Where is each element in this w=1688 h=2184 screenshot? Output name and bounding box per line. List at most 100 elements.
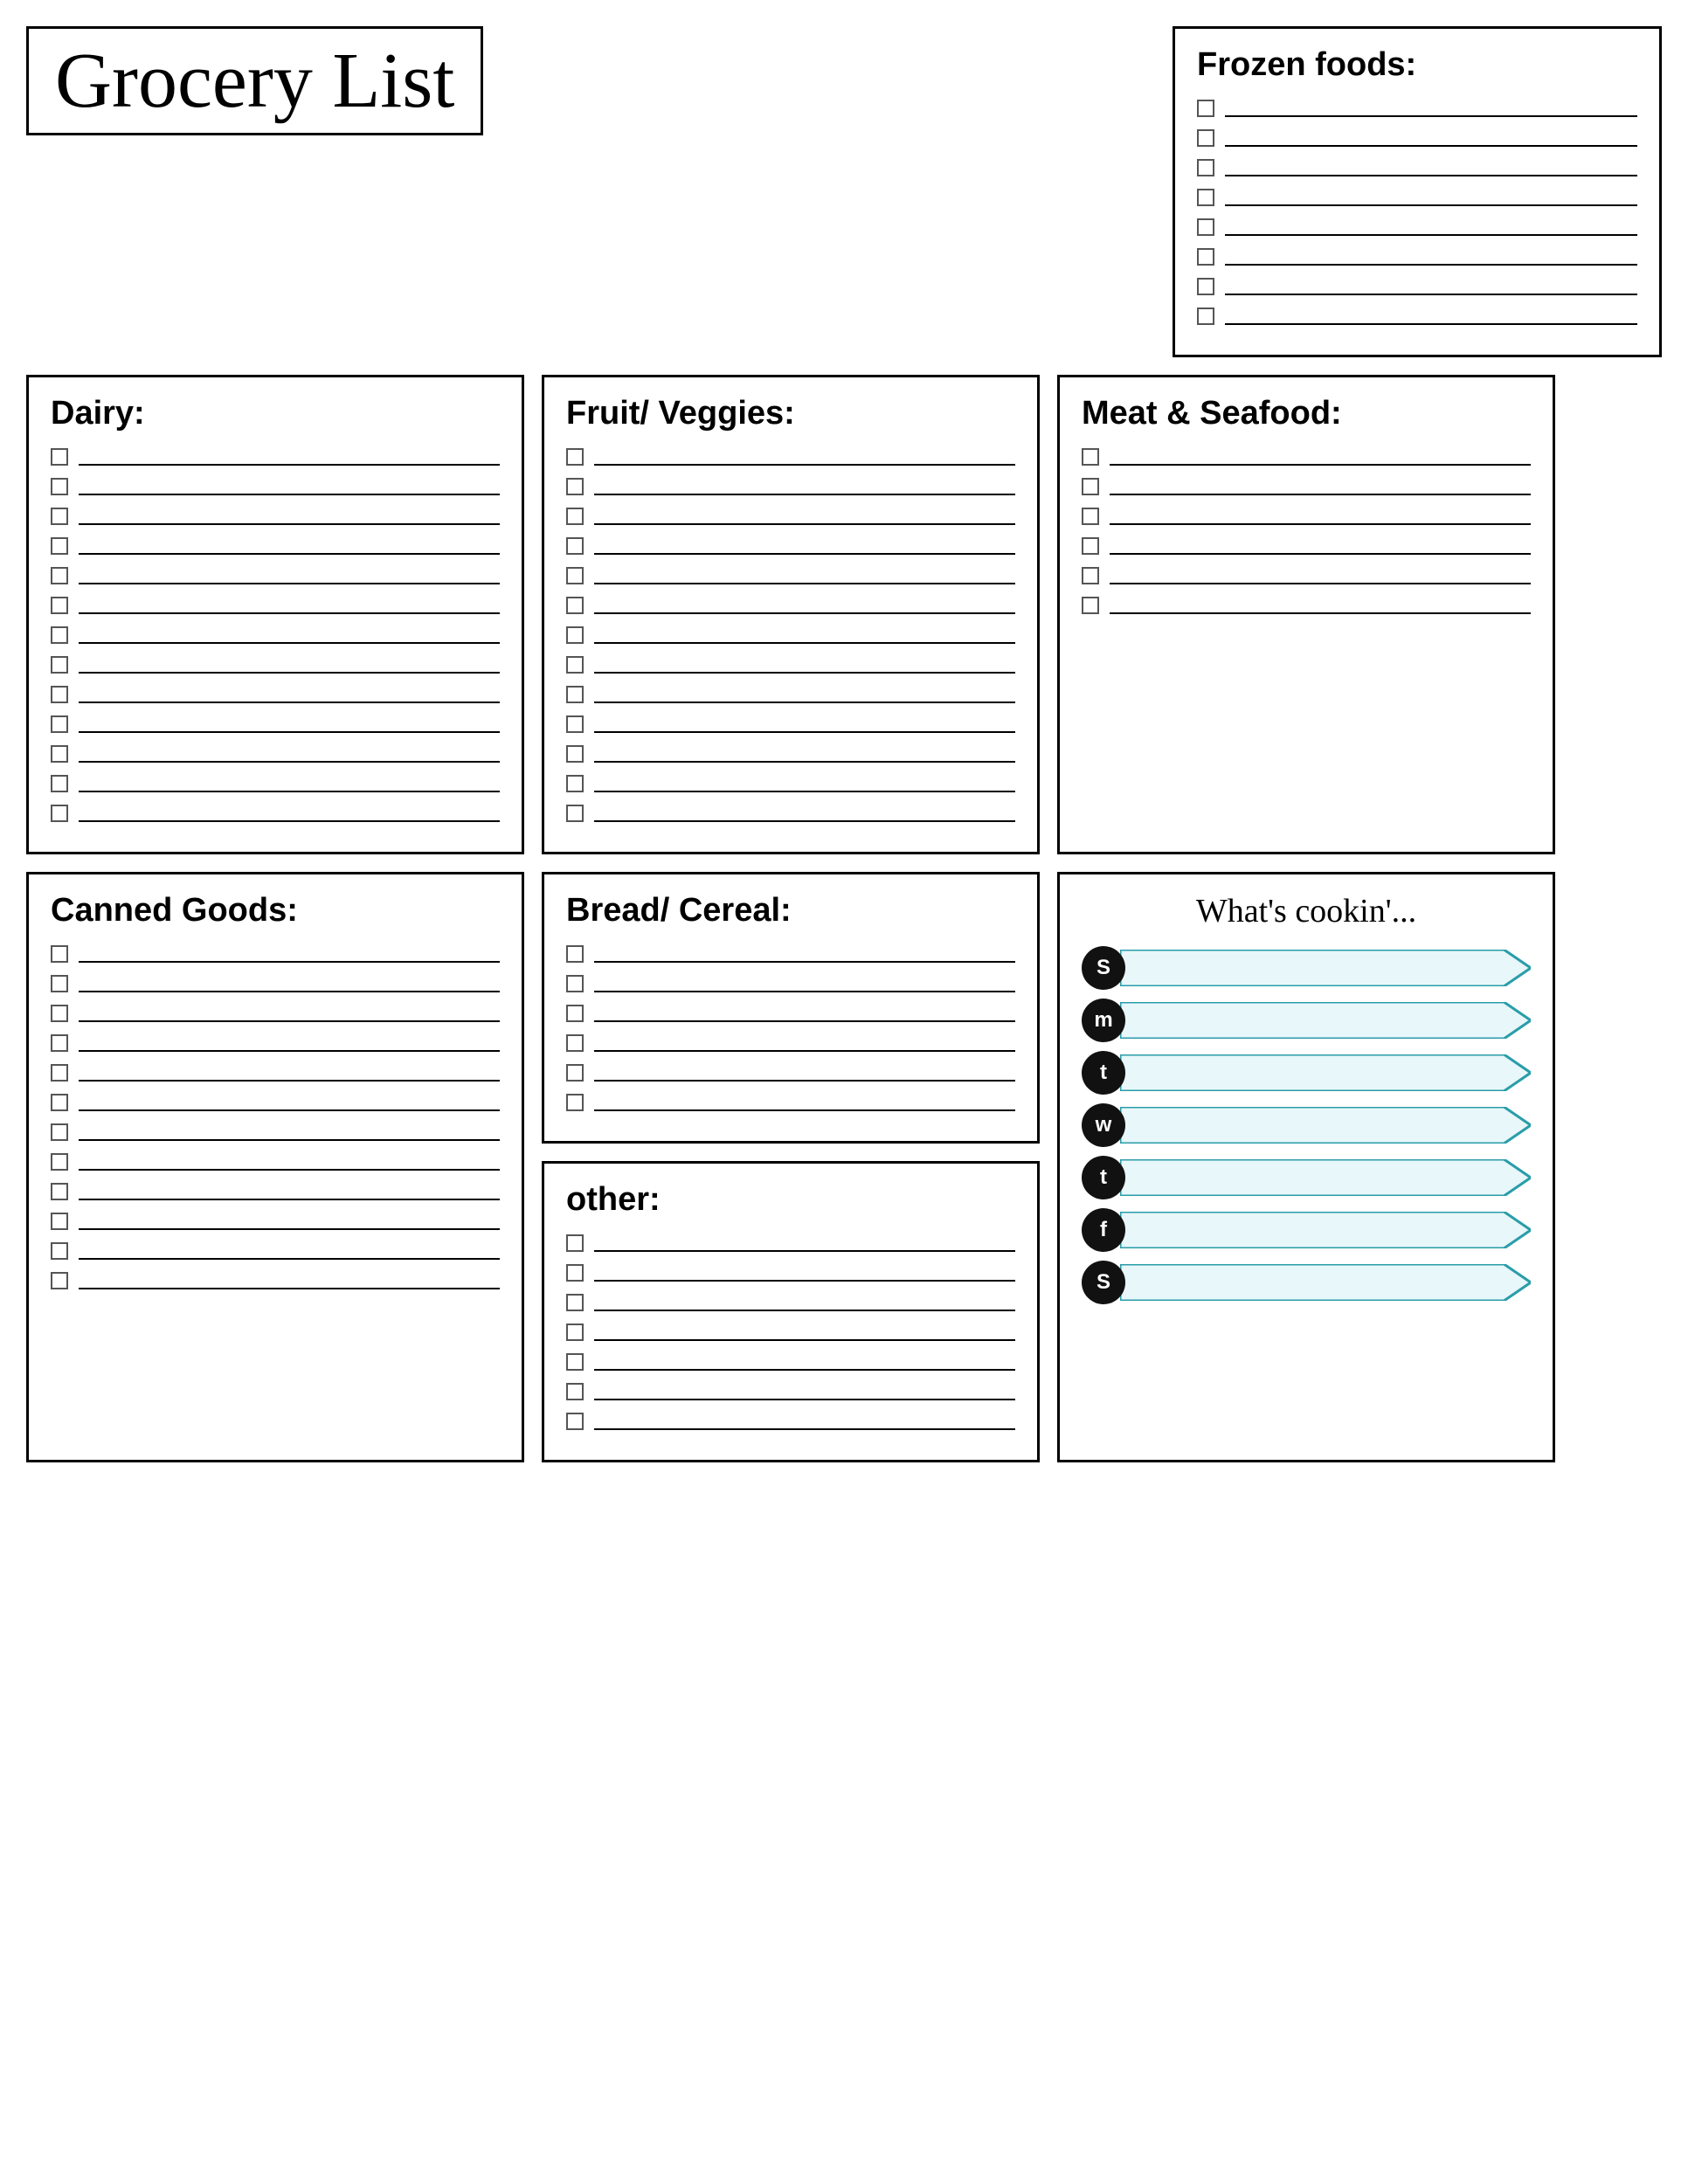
bread-cereal-list bbox=[566, 945, 1015, 1111]
frozen-foods-section: Frozen foods: bbox=[1173, 26, 1662, 357]
list-item bbox=[1082, 537, 1531, 555]
list-item bbox=[51, 508, 500, 525]
checkbox[interactable] bbox=[1197, 248, 1214, 266]
day-circle-w: w bbox=[1082, 1103, 1125, 1147]
list-item bbox=[566, 597, 1015, 614]
bread-cereal-title: Bread/ Cereal: bbox=[566, 892, 1015, 930]
frozen-foods-list bbox=[1197, 100, 1637, 325]
list-item bbox=[51, 805, 500, 822]
fruit-veggies-section: Fruit/ Veggies: bbox=[542, 375, 1040, 854]
list-item bbox=[566, 448, 1015, 466]
list-item bbox=[566, 626, 1015, 644]
day-circle-t1: t bbox=[1082, 1051, 1125, 1095]
fruit-veggies-list bbox=[566, 448, 1015, 822]
list-item bbox=[566, 1294, 1015, 1311]
list-item bbox=[51, 1242, 500, 1260]
canned-goods-section: Canned Goods: bbox=[26, 872, 524, 1462]
day-circle-f: f bbox=[1082, 1208, 1125, 1252]
list-item bbox=[566, 1324, 1015, 1341]
day-banner-f bbox=[1120, 1212, 1531, 1248]
list-item bbox=[566, 745, 1015, 763]
checkbox[interactable] bbox=[1197, 308, 1214, 325]
list-item bbox=[566, 1264, 1015, 1282]
day-entry-sat: S bbox=[1082, 1261, 1531, 1304]
list-item bbox=[51, 975, 500, 992]
list-item bbox=[566, 1413, 1015, 1430]
list-item bbox=[566, 478, 1015, 495]
meat-seafood-list bbox=[1082, 448, 1531, 614]
list-item bbox=[1082, 567, 1531, 584]
list-item bbox=[51, 1064, 500, 1082]
frozen-foods-title: Frozen foods: bbox=[1197, 46, 1637, 84]
list-item bbox=[1197, 129, 1637, 147]
list-item bbox=[566, 686, 1015, 703]
canned-goods-list bbox=[51, 945, 500, 1289]
day-circle-t2: t bbox=[1082, 1156, 1125, 1199]
checkbox[interactable] bbox=[1197, 129, 1214, 147]
day-circle-m: m bbox=[1082, 999, 1125, 1042]
list-item bbox=[51, 597, 500, 614]
whats-cookin-title: What's cookin'... bbox=[1082, 892, 1531, 930]
day-entry-thu: t bbox=[1082, 1156, 1531, 1199]
list-item bbox=[51, 478, 500, 495]
list-item bbox=[51, 945, 500, 963]
checkbox[interactable] bbox=[1197, 218, 1214, 236]
list-item bbox=[1082, 448, 1531, 466]
list-item bbox=[51, 1272, 500, 1289]
other-list bbox=[566, 1234, 1015, 1430]
list-item bbox=[566, 805, 1015, 822]
list-item bbox=[566, 945, 1015, 963]
list-item bbox=[566, 1005, 1015, 1022]
line bbox=[1225, 159, 1637, 176]
day-banner-s2 bbox=[1120, 1264, 1531, 1301]
other-section: other: bbox=[542, 1161, 1040, 1462]
list-item bbox=[1197, 189, 1637, 206]
line bbox=[1225, 129, 1637, 147]
list-item bbox=[51, 1094, 500, 1111]
list-item bbox=[566, 537, 1015, 555]
list-item bbox=[51, 1213, 500, 1230]
day-banner-t2 bbox=[1120, 1159, 1531, 1196]
meat-seafood-title: Meat & Seafood: bbox=[1082, 395, 1531, 432]
list-item bbox=[566, 1383, 1015, 1400]
checkbox[interactable] bbox=[1197, 278, 1214, 295]
day-banner-w bbox=[1120, 1107, 1531, 1144]
checkbox[interactable] bbox=[1197, 189, 1214, 206]
list-item bbox=[566, 1034, 1015, 1052]
line bbox=[1225, 278, 1637, 295]
checkbox[interactable] bbox=[1197, 100, 1214, 117]
line bbox=[1225, 100, 1637, 117]
list-item bbox=[566, 775, 1015, 792]
list-item bbox=[51, 1034, 500, 1052]
day-entry-tue: t bbox=[1082, 1051, 1531, 1095]
meat-seafood-section: Meat & Seafood: bbox=[1057, 375, 1555, 854]
list-item bbox=[566, 567, 1015, 584]
canned-goods-title: Canned Goods: bbox=[51, 892, 500, 930]
list-item bbox=[51, 1123, 500, 1141]
list-item bbox=[1197, 159, 1637, 176]
day-entry-mon: m bbox=[1082, 999, 1531, 1042]
bread-cereal-section: Bread/ Cereal: bbox=[542, 872, 1040, 1144]
page: Grocery List Frozen foods: Dairy: bbox=[26, 26, 1662, 2158]
list-item bbox=[51, 448, 500, 466]
line bbox=[1225, 248, 1637, 266]
day-banner-s1 bbox=[1120, 950, 1531, 986]
list-item bbox=[51, 537, 500, 555]
list-item bbox=[1082, 478, 1531, 495]
list-item bbox=[51, 715, 500, 733]
list-item bbox=[51, 567, 500, 584]
list-item bbox=[51, 686, 500, 703]
list-item bbox=[1197, 278, 1637, 295]
list-item bbox=[51, 656, 500, 674]
fruit-veggies-title: Fruit/ Veggies: bbox=[566, 395, 1015, 432]
list-item bbox=[51, 1153, 500, 1171]
day-entry-wed: w bbox=[1082, 1103, 1531, 1147]
list-item bbox=[1082, 597, 1531, 614]
list-item bbox=[51, 745, 500, 763]
page-title: Grocery List bbox=[55, 38, 454, 124]
list-item bbox=[566, 508, 1015, 525]
checkbox[interactable] bbox=[1197, 159, 1214, 176]
dairy-section: Dairy: bbox=[26, 375, 524, 854]
list-item bbox=[1197, 100, 1637, 117]
line bbox=[1225, 189, 1637, 206]
